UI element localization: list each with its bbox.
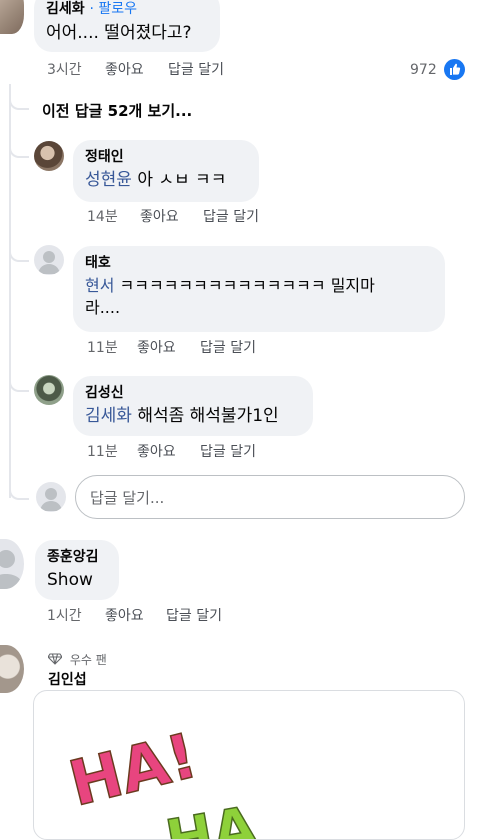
reply-button[interactable]: 답글 달기 [200,443,256,461]
avatar[interactable] [0,539,24,589]
ha-ha-sticker-image: HA! HA [61,718,262,840]
sticker-text: HA! [62,719,204,821]
reaction-count[interactable]: 972 [410,61,437,79]
default-avatar-icon [0,550,24,589]
like-reaction-icon[interactable] [444,59,465,80]
reply-time[interactable]: 11분 [87,339,118,357]
reply-text-body: ㅋㅋㅋㅋㅋㅋㅋㅋㅋㅋㅋㅋㅋㅋ 밀지마 [114,276,375,295]
reply-author[interactable]: 정태인 [85,148,247,166]
avatar[interactable] [0,645,24,693]
reply-text-continued: 라.... [85,298,121,317]
sticker-card[interactable]: HA! HA [33,690,465,840]
mention-link[interactable]: 성현윤 [85,170,132,190]
comment-bubble: 종훈앙김 Show [35,540,119,600]
like-button[interactable]: 좋아요 [105,607,144,625]
like-button[interactable]: 좋아요 [105,61,144,79]
follow-link[interactable]: · 팔로우 [90,1,138,17]
avatar[interactable] [34,141,64,171]
comment-time[interactable]: 1시간 [47,607,82,625]
reply-input[interactable]: 답글 달기... [75,475,465,519]
reply-button[interactable]: 답글 달기 [168,61,224,79]
comment-text: Show [47,570,93,590]
reply-bubble: 태호 현서 ㅋㅋㅋㅋㅋㅋㅋㅋㅋㅋㅋㅋㅋㅋ 밀지마 라.... [73,246,445,332]
avatar[interactable] [34,245,64,275]
mention-link[interactable]: 김세화 [85,406,132,426]
reply-text-body: 해석좀 해석불가1인 [131,406,279,426]
thread-connector [9,470,29,500]
reply-button[interactable]: 답글 달기 [203,208,259,226]
reply-text-body: 아 ㅅㅂ ㅋㅋ [131,170,227,190]
avatar[interactable] [34,375,64,405]
reply-input-placeholder: 답글 달기... [90,489,165,507]
view-previous-replies-link[interactable]: 이전 답글 52개 보기... [42,100,192,121]
default-avatar-icon [40,488,62,511]
like-button[interactable]: 좋아요 [137,443,176,461]
sticker-text-second: HA [161,795,262,840]
mention-link[interactable]: 현서 [85,276,114,295]
reply-author[interactable]: 태호 [85,254,433,272]
avatar[interactable] [36,482,66,512]
comment-author[interactable]: 김세화 [46,1,85,17]
reply-text: 현서 ㅋㅋㅋㅋㅋㅋㅋㅋㅋㅋㅋㅋㅋㅋ 밀지마 [85,275,433,297]
reply-text: 성현윤 아 ㅅㅂ ㅋㅋ [85,169,247,191]
reply-actions: 14분 좋아요 답글 달기 [0,208,480,228]
thread-connector [9,88,29,110]
like-button[interactable]: 좋아요 [137,339,176,357]
reply-bubble: 정태인 성현윤 아 ㅅㅂ ㅋㅋ [73,140,259,202]
reply-button[interactable]: 답글 달기 [200,339,256,357]
reply-button[interactable]: 답글 달기 [166,607,222,625]
thread-connector [9,232,29,262]
comment-author[interactable]: 종훈앙김 [47,548,107,566]
reply-time[interactable]: 11분 [87,443,118,461]
comment-author-row: 김세화 · 팔로우 [46,0,208,18]
reply-time[interactable]: 14분 [87,208,118,226]
comment-actions: 1시간 좋아요 답글 달기 [0,607,480,627]
comment-actions: 3시간 좋아요 답글 달기 972 [0,59,480,81]
comment-time[interactable]: 3시간 [47,61,82,79]
comment-bubble: 김세화 · 팔로우 어어.... 떨어졌다고? [34,0,220,52]
thread-connector [9,364,29,392]
top-fan-badge[interactable]: 우수 팬 [47,651,107,668]
reply-bubble: 김성신 김세화 해석좀 해석불가1인 [73,376,313,436]
thread-connector [9,130,29,158]
reply-actions: 11분 좋아요 답글 달기 [0,443,480,463]
avatar[interactable] [0,0,24,34]
reply-text: 김세화 해석좀 해석불가1인 [85,405,301,427]
default-avatar-icon [38,251,60,274]
like-button[interactable]: 좋아요 [140,208,179,226]
reply-actions: 11분 좋아요 답글 달기 [0,339,480,359]
diamond-icon [47,653,63,665]
comment-text: 어어.... 떨어졌다고? [46,23,192,43]
reply-author[interactable]: 김성신 [85,384,301,402]
top-fan-label: 우수 팬 [69,653,107,667]
thumbs-up-icon [450,63,461,75]
comment-author[interactable]: 김인섭 [48,671,87,689]
